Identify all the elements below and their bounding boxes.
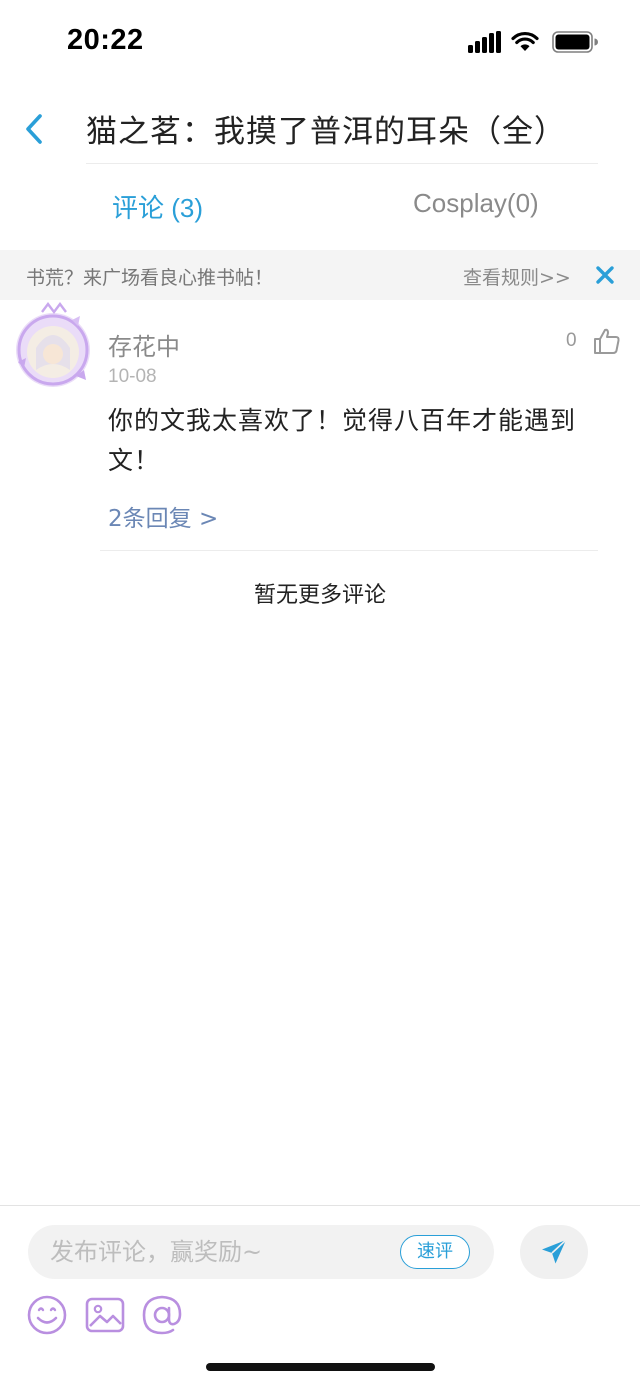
comment-body: 你的文我太喜欢了！觉得八百年才能遇到文！: [108, 406, 577, 475]
wifi-icon: [511, 31, 539, 51]
send-icon: [542, 1239, 567, 1264]
page-title: 猫之茗：我摸了普洱的耳朵（全）: [86, 114, 566, 150]
nav-bar: 猫之茗：我摸了普洱的耳朵（全）: [0, 96, 640, 164]
comment-username[interactable]: 存花中: [108, 327, 180, 362]
battery-icon: [552, 31, 598, 53]
signal-icon: [468, 31, 501, 53]
avatar[interactable]: [12, 300, 98, 394]
replies-link[interactable]: 2条回复 >: [108, 499, 218, 533]
image-icon[interactable]: [84, 1294, 126, 1336]
comment-divider: [100, 550, 598, 551]
tab-comments[interactable]: 评论 (3): [112, 188, 203, 225]
thumb-up-icon[interactable]: [592, 326, 622, 356]
no-more-comments: 暂无更多评论: [253, 583, 386, 608]
emoji-icon[interactable]: [26, 1294, 68, 1336]
quick-comment-button[interactable]: 速评: [400, 1235, 470, 1269]
tab-cosplay[interactable]: Cosplay(0): [413, 188, 539, 219]
status-bar: 20:22: [0, 0, 640, 86]
home-indicator: [206, 1363, 435, 1371]
back-icon[interactable]: [20, 110, 50, 148]
at-icon[interactable]: [141, 1294, 183, 1336]
view-rules-link[interactable]: 查看规则>>: [463, 263, 571, 290]
status-time: 20:22: [67, 24, 144, 56]
notice-bar: 书荒？来广场看良心推书帖！ 查看规则>>: [0, 250, 640, 300]
comment-date: 10-08: [108, 366, 157, 387]
notice-text[interactable]: 书荒？来广场看良心推书帖！: [26, 263, 273, 290]
nav-divider: [86, 163, 598, 164]
close-icon[interactable]: [594, 264, 616, 286]
send-button[interactable]: [520, 1225, 588, 1279]
like-count: 0: [566, 330, 577, 351]
